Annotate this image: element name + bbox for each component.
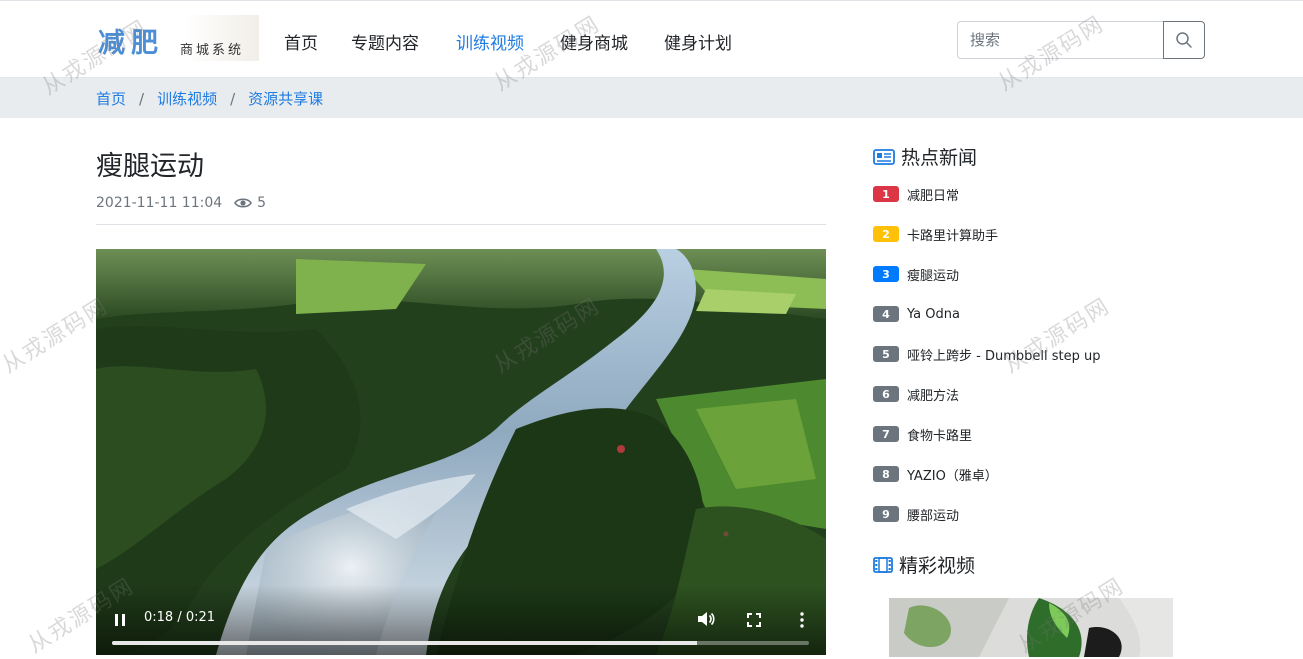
volume-icon[interactable] bbox=[696, 609, 716, 629]
hot-news-link[interactable]: 腰部运动 bbox=[907, 505, 959, 524]
breadcrumb-separator: / bbox=[139, 90, 145, 108]
pause-icon[interactable] bbox=[111, 611, 129, 629]
hot-news-link[interactable]: 减肥日常 bbox=[907, 185, 959, 204]
rank-badge: 9 bbox=[873, 506, 899, 522]
top-navbar: 减肥 商城系统 首页 专题内容 训练视频 健身商城 健身计划 bbox=[0, 0, 1303, 78]
hot-news-link[interactable]: 卡路里计算助手 bbox=[907, 225, 998, 244]
featured-videos-title: 精彩视频 bbox=[899, 555, 976, 577]
hot-news-item[interactable]: 4 Ya Odna bbox=[873, 304, 960, 324]
hot-news-item[interactable]: 3 瘦腿运动 bbox=[873, 264, 959, 284]
site-logo[interactable]: 减肥 商城系统 bbox=[96, 15, 259, 61]
hot-news-link[interactable]: 食物卡路里 bbox=[907, 425, 972, 444]
hot-news-title: 热点新闻 bbox=[901, 147, 978, 169]
rank-badge: 5 bbox=[873, 346, 899, 362]
view-count: 5 bbox=[257, 195, 267, 211]
video-player[interactable]: 0:18 / 0:21 bbox=[96, 249, 826, 655]
breadcrumb-separator: / bbox=[230, 90, 236, 108]
watermark-text: 从戎源码网 bbox=[999, 293, 1115, 379]
rank-badge: 1 bbox=[873, 186, 899, 202]
breadcrumb-training-videos[interactable]: 训练视频 bbox=[157, 90, 217, 108]
logo-sub-text: 商城系统 bbox=[180, 43, 245, 58]
rank-badge: 6 bbox=[873, 386, 899, 402]
hot-news-heading: 热点新闻 bbox=[873, 143, 977, 170]
featured-videos-heading: 精彩视频 bbox=[873, 551, 975, 578]
eye-icon bbox=[234, 197, 253, 209]
rank-badge: 2 bbox=[873, 226, 899, 242]
hot-news-item[interactable]: 6 减肥方法 bbox=[873, 384, 959, 404]
hot-news-link[interactable]: Ya Odna bbox=[907, 307, 960, 322]
breadcrumb-shared-courses[interactable]: 资源共享课 bbox=[248, 90, 323, 108]
hot-news-link[interactable]: 减肥方法 bbox=[907, 385, 959, 404]
nav-item-training-videos[interactable]: 训练视频 bbox=[456, 29, 524, 54]
fullscreen-icon[interactable] bbox=[744, 610, 764, 630]
page-title: 瘦腿运动 bbox=[96, 151, 204, 182]
rank-badge: 8 bbox=[873, 466, 899, 482]
video-thumbnail[interactable] bbox=[889, 598, 1173, 657]
hot-news-item[interactable]: 2 卡路里计算助手 bbox=[873, 224, 998, 244]
search-icon bbox=[1176, 32, 1192, 48]
hot-news-item[interactable]: 9 腰部运动 bbox=[873, 504, 959, 524]
search-input[interactable] bbox=[957, 21, 1164, 59]
video-time: 0:18 / 0:21 bbox=[144, 610, 216, 625]
breadcrumb-home[interactable]: 首页 bbox=[96, 90, 126, 108]
hot-news-item[interactable]: 8 YAZIO（雅卓） bbox=[873, 464, 998, 484]
rank-badge: 7 bbox=[873, 426, 899, 442]
divider bbox=[96, 224, 826, 225]
video-progress-bar[interactable] bbox=[112, 641, 809, 645]
nav-item-topics[interactable]: 专题内容 bbox=[351, 29, 419, 54]
nav-item-home[interactable]: 首页 bbox=[284, 29, 318, 54]
hot-news-item[interactable]: 5 哑铃上跨步 - Dumbbell step up bbox=[873, 344, 1100, 364]
logo-main-text: 减肥 bbox=[98, 28, 164, 59]
search-button[interactable] bbox=[1163, 21, 1205, 59]
nav-item-fitness-mall[interactable]: 健身商城 bbox=[560, 29, 628, 54]
hot-news-link[interactable]: 哑铃上跨步 - Dumbbell step up bbox=[907, 345, 1100, 364]
more-options-icon[interactable] bbox=[792, 610, 812, 630]
film-icon bbox=[873, 556, 893, 573]
publish-date: 2021-11-11 11:04 bbox=[96, 195, 223, 211]
breadcrumb: 首页 / 训练视频 / 资源共享课 bbox=[0, 78, 1303, 118]
hot-news-item[interactable]: 7 食物卡路里 bbox=[873, 424, 972, 444]
rank-badge: 3 bbox=[873, 266, 899, 282]
hot-news-item[interactable]: 1 减肥日常 bbox=[873, 184, 959, 204]
rank-badge: 4 bbox=[873, 306, 899, 322]
hot-news-link[interactable]: YAZIO（雅卓） bbox=[907, 465, 998, 484]
newspaper-icon bbox=[873, 148, 895, 165]
article-meta: 2021-11-11 11:04 5 bbox=[96, 195, 266, 211]
nav-item-fitness-plan[interactable]: 健身计划 bbox=[664, 29, 732, 54]
video-progress-fill bbox=[112, 641, 698, 645]
hot-news-link[interactable]: 瘦腿运动 bbox=[907, 265, 959, 284]
video-controls: 0:18 / 0:21 bbox=[96, 585, 826, 655]
